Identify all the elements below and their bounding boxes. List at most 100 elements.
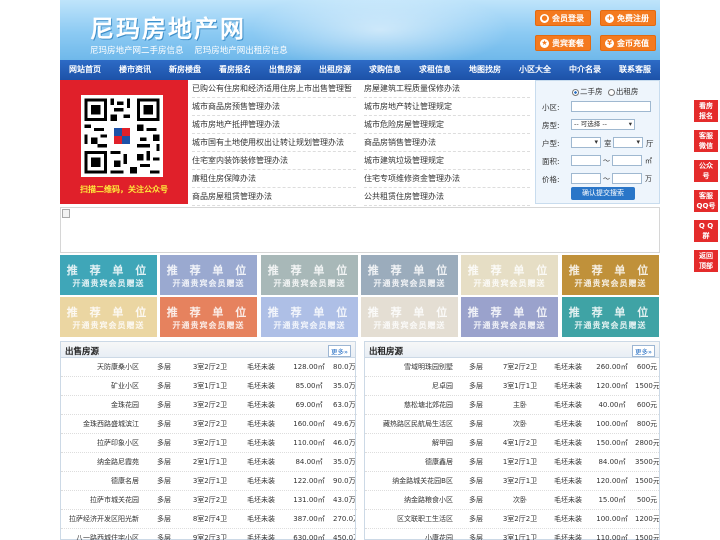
table-row[interactable]: 纳金路城关花园B区 多层 3室2厅1卫 毛坯未装 120.00㎡ 1500元 xyxy=(365,472,660,491)
community-cell[interactable]: 德康名居 xyxy=(61,472,141,491)
community-cell[interactable]: 尼卓园 xyxy=(365,377,455,396)
nav-wanted-buy[interactable]: 求购信息 xyxy=(360,60,410,80)
ad-slot[interactable]: 推 荐 单 位开通贵宾会员赠送 xyxy=(261,297,358,337)
policy-link[interactable]: 商品房屋租赁管理办法 xyxy=(192,188,356,206)
table-row[interactable]: 区文联职工生活区 多层 3室2厅2卫 毛坯未装 100.00㎡ 1200元 xyxy=(365,510,660,529)
policy-link[interactable]: 城市商品房预售管理办法 xyxy=(192,98,356,116)
more-button[interactable]: 更多» xyxy=(632,345,655,357)
table-row[interactable]: 拉萨经济开发区阳光新 多层 8室2厅4卫 毛坯未装 387.00㎡ 270.0万 xyxy=(61,510,357,529)
table-row[interactable]: 矿业小区 多层 3室1厅1卫 毛坯未装 85.00㎡ 35.0万 xyxy=(61,377,357,396)
room-select[interactable]: -- 可选择 -- ▾ xyxy=(571,119,635,130)
ad-slot[interactable]: 推 荐 单 位开通贵宾会员赠送 xyxy=(361,297,458,337)
table-row[interactable]: 小康花园 多层 3室1厅1卫 毛坯未装 110.00㎡ 1500元 xyxy=(365,529,660,540)
table-row[interactable]: 纳金路粮食小区 多层 次卧 毛坯未装 15.00㎡ 500元 xyxy=(365,491,660,510)
radio-secondhand[interactable]: 二手房 xyxy=(572,87,603,96)
link-secondhand-info[interactable]: 尼玛房地产网二手房信息 xyxy=(90,46,184,56)
community-cell[interactable]: 纳金路城关花园B区 xyxy=(365,472,455,491)
price-min-input[interactable] xyxy=(571,173,601,184)
area-max-input[interactable] xyxy=(612,155,642,166)
nav-sale-listings[interactable]: 出售房源 xyxy=(260,60,310,80)
wechat-float-button[interactable]: 客服 微信 xyxy=(694,130,718,152)
table-row[interactable]: 拉萨市城关花园 多层 3室2厅2卫 毛坯未装 131.00㎡ 43.0万 xyxy=(61,491,357,510)
community-cell[interactable]: 小康花园 xyxy=(365,529,455,540)
policy-link[interactable]: 城市房地产转让管理规定 xyxy=(364,98,530,116)
policy-link[interactable]: 城市建筑垃圾管理规定 xyxy=(364,152,530,170)
community-cell[interactable]: 八一路西城住宅小区 xyxy=(61,529,141,540)
policy-link[interactable]: 住宅室内装饰装修管理办法 xyxy=(192,152,356,170)
nav-contact[interactable]: 联系客服 xyxy=(610,60,660,80)
table-row[interactable]: 拉萨印象小区 多层 3室2厅1卫 毛坯未装 110.00㎡ 46.0万 xyxy=(61,434,357,453)
table-row[interactable]: 金珠西路盛城滨江 多层 3室2厅2卫 毛坯未装 160.00㎡ 49.6万 xyxy=(61,415,357,434)
table-row[interactable]: 金珠花园 多层 3室2厅2卫 毛坯未装 69.00㎡ 63.0万 xyxy=(61,396,357,415)
nav-map-search[interactable]: 地图找房 xyxy=(460,60,510,80)
layout-room-select[interactable]: ▾ xyxy=(571,137,601,148)
ad-slot[interactable]: 推 荐 单 位开通贵宾会员赠送 xyxy=(160,297,257,337)
community-cell[interactable]: 雪域明珠园别墅 xyxy=(365,358,455,377)
ad-slot[interactable]: 推 荐 单 位开通贵宾会员赠送 xyxy=(60,297,157,337)
community-cell[interactable]: 解甲园 xyxy=(365,434,455,453)
policy-link[interactable]: 城市国有土地使用权出让转让规划管理办法 xyxy=(192,134,356,152)
table-row[interactable]: 德康鑫居 多层 1室2厅1卫 毛坯未装 84.00㎡ 3500元 xyxy=(365,453,660,472)
community-cell[interactable]: 纳金路尼霞苑 xyxy=(61,453,141,472)
community-cell[interactable]: 拉萨经济开发区阳光新 xyxy=(61,510,141,529)
community-cell[interactable]: 拉萨市城关花园 xyxy=(61,491,141,510)
community-cell[interactable]: 藏热路区民航局生活区 xyxy=(365,415,455,434)
nav-news[interactable]: 楼市资讯 xyxy=(110,60,160,80)
site-logo[interactable]: 尼玛房地产网 xyxy=(90,9,246,44)
more-button[interactable]: 更多» xyxy=(328,345,351,357)
back-to-top-button[interactable]: 返回 顶部 xyxy=(694,250,718,272)
table-row[interactable]: 雪域明珠园别墅 多层 7室2厅2卫 毛坯未装 260.00㎡ 600元 xyxy=(365,358,660,377)
policy-link[interactable]: 城市房地产抵押管理办法 xyxy=(192,116,356,134)
nav-communities[interactable]: 小区大全 xyxy=(510,60,560,80)
ad-slot[interactable]: 推 荐 单 位开通贵宾会员赠送 xyxy=(60,255,157,295)
ad-slot[interactable]: 推 荐 单 位开通贵宾会员赠送 xyxy=(562,297,659,337)
ad-slot[interactable]: 推 荐 单 位开通贵宾会员赠送 xyxy=(160,255,257,295)
nav-home[interactable]: 网站首页 xyxy=(60,60,110,80)
area-min-input[interactable] xyxy=(571,155,601,166)
vip-package-button[interactable]: ★ 贵宾套餐 xyxy=(535,35,591,51)
community-cell[interactable]: 德康鑫居 xyxy=(365,453,455,472)
radio-rental[interactable]: 出租房 xyxy=(607,87,638,96)
table-row[interactable]: 尼卓园 多层 3室1厅1卫 毛坯未装 120.00㎡ 1500元 xyxy=(365,377,660,396)
table-row[interactable]: 慈松塘北郊花园 多层 主卧 毛坯未装 40.00㎡ 600元 xyxy=(365,396,660,415)
policy-link[interactable]: 公共租赁住房管理办法 xyxy=(364,188,530,206)
signup-float-button[interactable]: 看房 报名 xyxy=(694,100,718,122)
table-row[interactable]: 纳金路尼霞苑 多层 2室1厅1卫 毛坯未装 84.00㎡ 35.0万 xyxy=(61,453,357,472)
nav-wanted-rent[interactable]: 求租信息 xyxy=(410,60,460,80)
table-row[interactable]: 解甲园 多层 4室1厅2卫 毛坯未装 150.00㎡ 2800元 xyxy=(365,434,660,453)
login-button[interactable]: ● 会员登录 xyxy=(535,10,591,26)
official-account-float-button[interactable]: 公众号 xyxy=(694,160,718,182)
community-cell[interactable]: 金珠西路盛城滨江 xyxy=(61,415,141,434)
ad-slot[interactable]: 推 荐 单 位开通贵宾会员赠送 xyxy=(461,297,558,337)
register-button[interactable]: + 免费注册 xyxy=(600,10,656,26)
ad-slot[interactable]: 推 荐 单 位开通贵宾会员赠送 xyxy=(361,255,458,295)
nav-viewing-signup[interactable]: 看房报名 xyxy=(210,60,260,80)
community-cell[interactable]: 慈松塘北郊花园 xyxy=(365,396,455,415)
community-cell[interactable]: 矿业小区 xyxy=(61,377,141,396)
ad-slot[interactable]: 推 荐 单 位开通贵宾会员赠送 xyxy=(261,255,358,295)
table-row[interactable]: 德康名居 多层 3室2厅1卫 毛坯未装 122.00㎡ 90.0万 xyxy=(61,472,357,491)
policy-link[interactable]: 住宅专项维修资金管理办法 xyxy=(364,170,530,188)
recharge-button[interactable]: ¥ 金币充值 xyxy=(600,35,656,51)
community-cell[interactable]: 纳金路粮食小区 xyxy=(365,491,455,510)
policy-link[interactable]: 城市危险房屋管理规定 xyxy=(364,116,530,134)
price-max-input[interactable] xyxy=(612,173,642,184)
policy-link[interactable]: 已购公有住房和经济适用住房上市出售管理暂 xyxy=(192,80,356,98)
ad-slot[interactable]: 推 荐 单 位开通贵宾会员赠送 xyxy=(461,255,558,295)
qq-group-float-button[interactable]: Q Q 群 xyxy=(694,220,718,242)
search-submit-button[interactable]: 确认提交搜索 xyxy=(571,187,635,200)
ad-slot[interactable]: 推 荐 单 位开通贵宾会员赠送 xyxy=(562,255,659,295)
banner-image[interactable] xyxy=(60,207,660,253)
nav-agents[interactable]: 中介名录 xyxy=(560,60,610,80)
table-row[interactable]: 八一路西城住宅小区 多层 9室2厅3卫 毛坯未装 630.00㎡ 450.0万 xyxy=(61,529,357,540)
community-input[interactable] xyxy=(571,101,651,112)
policy-link[interactable]: 廉租住房保障办法 xyxy=(192,170,356,188)
nav-new-homes[interactable]: 新房楼盘 xyxy=(160,60,210,80)
table-row[interactable]: 藏热路区民航局生活区 多层 次卧 毛坯未装 100.00㎡ 800元 xyxy=(365,415,660,434)
policy-link[interactable]: 商品房销售管理办法 xyxy=(364,134,530,152)
table-row[interactable]: 天防康桑小区 多层 3室2厅2卫 毛坯未装 128.00㎡ 80.0万 xyxy=(61,358,357,377)
community-cell[interactable]: 金珠花园 xyxy=(61,396,141,415)
community-cell[interactable]: 拉萨印象小区 xyxy=(61,434,141,453)
layout-hall-select[interactable]: ▾ xyxy=(613,137,643,148)
qq-float-button[interactable]: 客服 QQ号 xyxy=(694,190,718,212)
